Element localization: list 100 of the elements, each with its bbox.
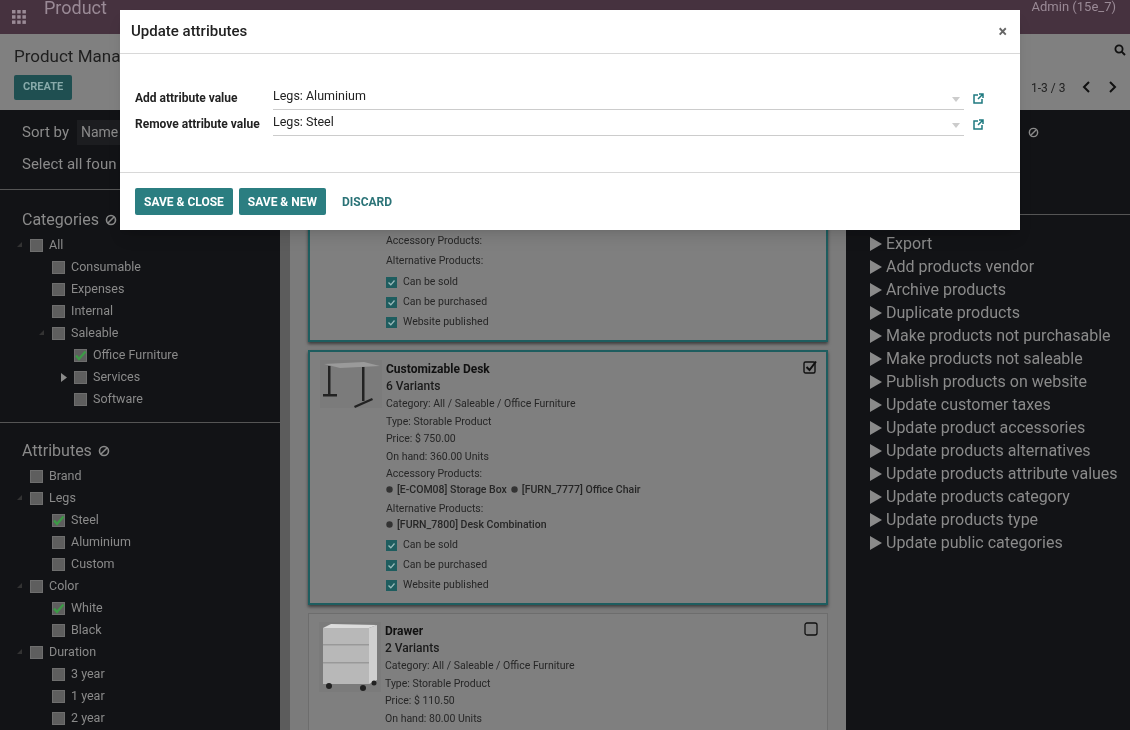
related-product-tag[interactable]: [FURN_7800] Desk Combination [397,517,547,532]
previous-icon[interactable] [1082,81,1092,93]
checkbox[interactable] [30,579,43,593]
checked-checkbox[interactable] [803,360,817,374]
search-icon[interactable] [1114,44,1126,56]
action-item[interactable]: Add products vendor [886,254,1035,279]
dialog-title: Update attributes [131,21,248,43]
product-detail: Price: $ 110.50 [385,693,456,709]
next-icon[interactable] [1107,81,1117,93]
clear-icon[interactable] [97,445,110,457]
product-detail: On hand: 80.00 Units [385,710,483,727]
external-link-icon[interactable] [972,119,984,131]
action-item[interactable]: Duplicate products [886,300,1020,325]
checkbox[interactable] [52,623,65,637]
collapsed-caret-icon[interactable] [61,372,67,382]
checkbox[interactable] [30,469,43,483]
product-detail: Category: All / Saleable / Office Furniture [385,658,575,674]
play-icon [870,512,882,527]
checkbox-label: Website published [403,577,489,593]
external-link-icon[interactable] [972,93,984,105]
action-item[interactable]: Update products category [886,484,1070,509]
product-card[interactable] [308,350,828,605]
filter-label[interactable]: Aluminium [71,532,131,552]
filter-label[interactable]: Custom [71,554,115,574]
action-item[interactable]: Make products not purchasable [886,323,1111,348]
checkbox[interactable] [74,392,87,406]
filter-label[interactable]: Duration [49,642,97,662]
filter-label[interactable]: Expenses [71,279,125,299]
save-button[interactable]: SAVE & NEW [238,188,326,215]
checkbox-label: Can be sold [403,537,458,553]
filter-label[interactable]: Legs [49,488,76,508]
save-button[interactable]: SAVE & CLOSE [135,188,233,215]
filter-label[interactable]: 2 year [71,708,105,728]
checkbox[interactable] [52,667,65,681]
filter-label[interactable]: Brand [49,466,82,486]
close-button[interactable]: × [998,19,1007,44]
filter-label[interactable]: 1 year [71,686,105,706]
checkbox[interactable] [386,579,397,591]
related-product-tag[interactable]: [FURN_7777] Office Chair [521,482,641,497]
apps-grid-icon[interactable] [12,10,26,24]
filter-label[interactable]: Software [93,389,143,409]
checkbox[interactable] [52,304,65,318]
filter-label[interactable]: Services [93,367,141,387]
select-field[interactable]: Legs: Aluminium [273,88,964,110]
related-product-tag[interactable]: [E-COM08] Storage Box [397,482,507,497]
checked-checkbox[interactable] [52,601,65,615]
create-button[interactable]: CREATE [14,75,73,100]
checkbox-label: Can be purchased [403,557,488,573]
checkbox[interactable] [30,491,43,505]
checkbox[interactable] [52,557,65,571]
checkbox[interactable] [52,326,65,340]
action-item[interactable]: Update products alternatives [886,438,1091,463]
checkbox[interactable] [52,260,65,274]
filter-label[interactable]: Saleable [71,323,119,343]
action-item[interactable]: Publish products on website [886,369,1088,394]
action-item[interactable]: Update products attribute values [886,461,1118,486]
product-name[interactable]: Drawer [385,622,575,640]
product-card[interactable]: Drawer 2 Variants Category: All / Saleable / Office Furniture Type: Storable Product Price: $ 110.50 On hand: 80.00 Units [308,613,828,730]
filter-label[interactable]: Consumable [71,257,141,277]
checkbox[interactable] [30,645,43,659]
checkbox[interactable] [74,370,87,384]
checkbox[interactable] [386,539,397,551]
bullet-icon [510,486,518,493]
checkbox[interactable] [386,296,397,308]
filter-label[interactable]: Office Furniture [93,345,179,365]
clear-icon[interactable] [105,214,117,226]
bullet-icon [386,486,393,493]
play-icon [870,466,882,481]
action-item[interactable]: Make products not saleable [886,346,1083,371]
select-field[interactable]: Legs: Steel [273,114,964,136]
checkbox[interactable] [386,316,397,328]
action-item[interactable]: Update public categories [886,530,1063,555]
filter-label[interactable]: Internal [71,301,113,321]
action-item[interactable]: Update products type [886,507,1039,532]
checkbox[interactable] [52,282,65,296]
product-name[interactable]: Customizable Desk [386,360,641,378]
action-item[interactable]: Update product accessories [886,415,1086,440]
discard-button[interactable]: DISCARD [331,188,403,215]
checkbox[interactable] [30,238,43,252]
action-item[interactable]: Archive products [886,277,1006,302]
checkbox[interactable] [52,711,65,725]
checkbox[interactable] [804,622,818,636]
action-item[interactable]: Update customer taxes [886,392,1051,417]
filter-label[interactable]: Black [71,620,102,640]
user-name[interactable]: Admin (15e_7) [1031,0,1116,17]
action-item[interactable]: Export [886,231,933,256]
filter-label[interactable]: Color [49,576,79,596]
filter-label[interactable]: Steel [71,510,99,530]
filter-label[interactable]: All [49,235,64,255]
filter-label[interactable]: White [71,598,103,618]
checked-checkbox[interactable] [52,513,65,527]
checkbox[interactable] [386,276,397,288]
play-icon [870,420,882,435]
filter-label[interactable]: 3 year [71,664,105,684]
breadcrumb-title: Product Mana [14,45,121,68]
checkbox[interactable] [386,559,397,571]
checkbox[interactable] [52,535,65,549]
checked-checkbox[interactable] [74,348,87,362]
checkbox[interactable] [52,689,65,703]
clear-icon[interactable] [1028,127,1039,138]
